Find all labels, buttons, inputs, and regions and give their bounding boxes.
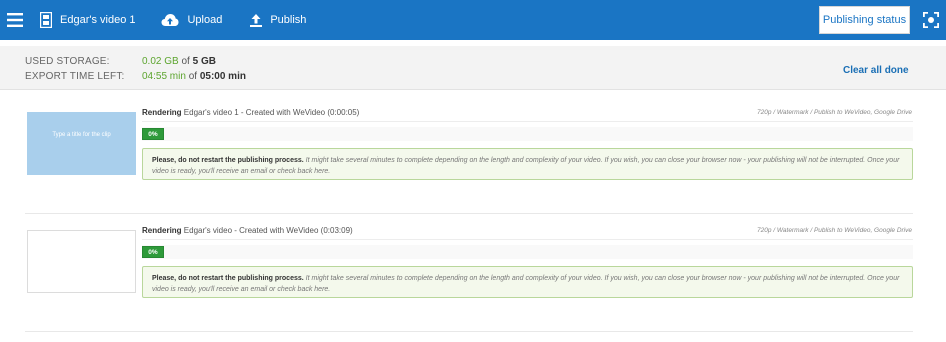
- video-thumbnail[interactable]: Type a title for the clip: [27, 112, 136, 175]
- progress-track: [142, 127, 913, 141]
- publishing-notice: Please, do not restart the publishing pr…: [142, 266, 913, 298]
- upload-label: Upload: [187, 14, 223, 26]
- render-job: Type a title for the clip Rendering Edga…: [0, 96, 946, 206]
- progress-track: [142, 245, 913, 259]
- publishing-status-button[interactable]: Publishing status: [819, 6, 910, 34]
- video-thumbnail[interactable]: [27, 230, 136, 293]
- top-bar: Edgar's video 1 Upload Publish Publishin…: [0, 0, 946, 40]
- upload-button[interactable]: Upload: [161, 0, 222, 40]
- used-storage-label: USED STORAGE:: [25, 56, 110, 67]
- usage-summary: USED STORAGE: 0.02 GB of 5 GB EXPORT TIM…: [0, 46, 946, 90]
- render-title: Rendering Edgar's video 1 - Created with…: [142, 108, 359, 117]
- render-status: Rendering: [142, 226, 182, 235]
- upload-arrow-icon: [250, 13, 263, 27]
- render-settings: 720p / Watermark / Publish to WeVideo, G…: [757, 227, 912, 234]
- render-settings: 720p / Watermark / Publish to WeVideo, G…: [757, 109, 912, 116]
- fullscreen-button[interactable]: [916, 0, 946, 40]
- publish-button[interactable]: Publish: [250, 0, 306, 40]
- export-time-of: of: [188, 71, 198, 82]
- render-video-name: Edgar's video - Created with WeVideo (0:…: [183, 226, 353, 235]
- divider: [142, 121, 913, 122]
- publish-label: Publish: [270, 14, 307, 26]
- render-job: Rendering Edgar's video - Created with W…: [0, 214, 946, 324]
- render-status: Rendering: [142, 108, 182, 117]
- fullscreen-icon: [923, 12, 939, 28]
- film-icon: [40, 12, 52, 28]
- divider: [142, 239, 913, 240]
- divider: [25, 331, 913, 332]
- project-title: Edgar's video 1: [60, 14, 136, 26]
- notice-warning: Please, do not restart the publishing pr…: [152, 157, 304, 164]
- used-storage-amount: 0.02 GB: [142, 56, 179, 67]
- render-title: Rendering Edgar's video - Created with W…: [142, 226, 353, 235]
- export-time-label: EXPORT TIME LEFT:: [25, 71, 125, 82]
- hamburger-icon: [7, 13, 23, 27]
- thumbnail-caption: Type a title for the clip: [52, 132, 111, 138]
- progress-badge: 0%: [142, 246, 164, 258]
- project-title-button[interactable]: Edgar's video 1: [40, 0, 135, 40]
- clear-all-done-link[interactable]: Clear all done: [843, 65, 909, 76]
- cloud-upload-icon: [161, 14, 179, 26]
- used-storage-value: 0.02 GB of 5 GB: [142, 56, 216, 67]
- used-storage-total: 5 GB: [192, 56, 216, 67]
- export-time-total: 05:00 min: [199, 71, 246, 82]
- menu-button[interactable]: [0, 0, 30, 40]
- export-time-value: 04:55 min of 05:00 min: [142, 71, 246, 82]
- export-time-amount: 04:55 min: [142, 71, 186, 82]
- render-video-name: Edgar's video 1 - Created with WeVideo (…: [183, 108, 360, 117]
- progress-badge: 0%: [142, 128, 164, 140]
- notice-warning: Please, do not restart the publishing pr…: [152, 275, 304, 282]
- publishing-notice: Please, do not restart the publishing pr…: [142, 148, 913, 180]
- used-storage-of: of: [181, 56, 190, 67]
